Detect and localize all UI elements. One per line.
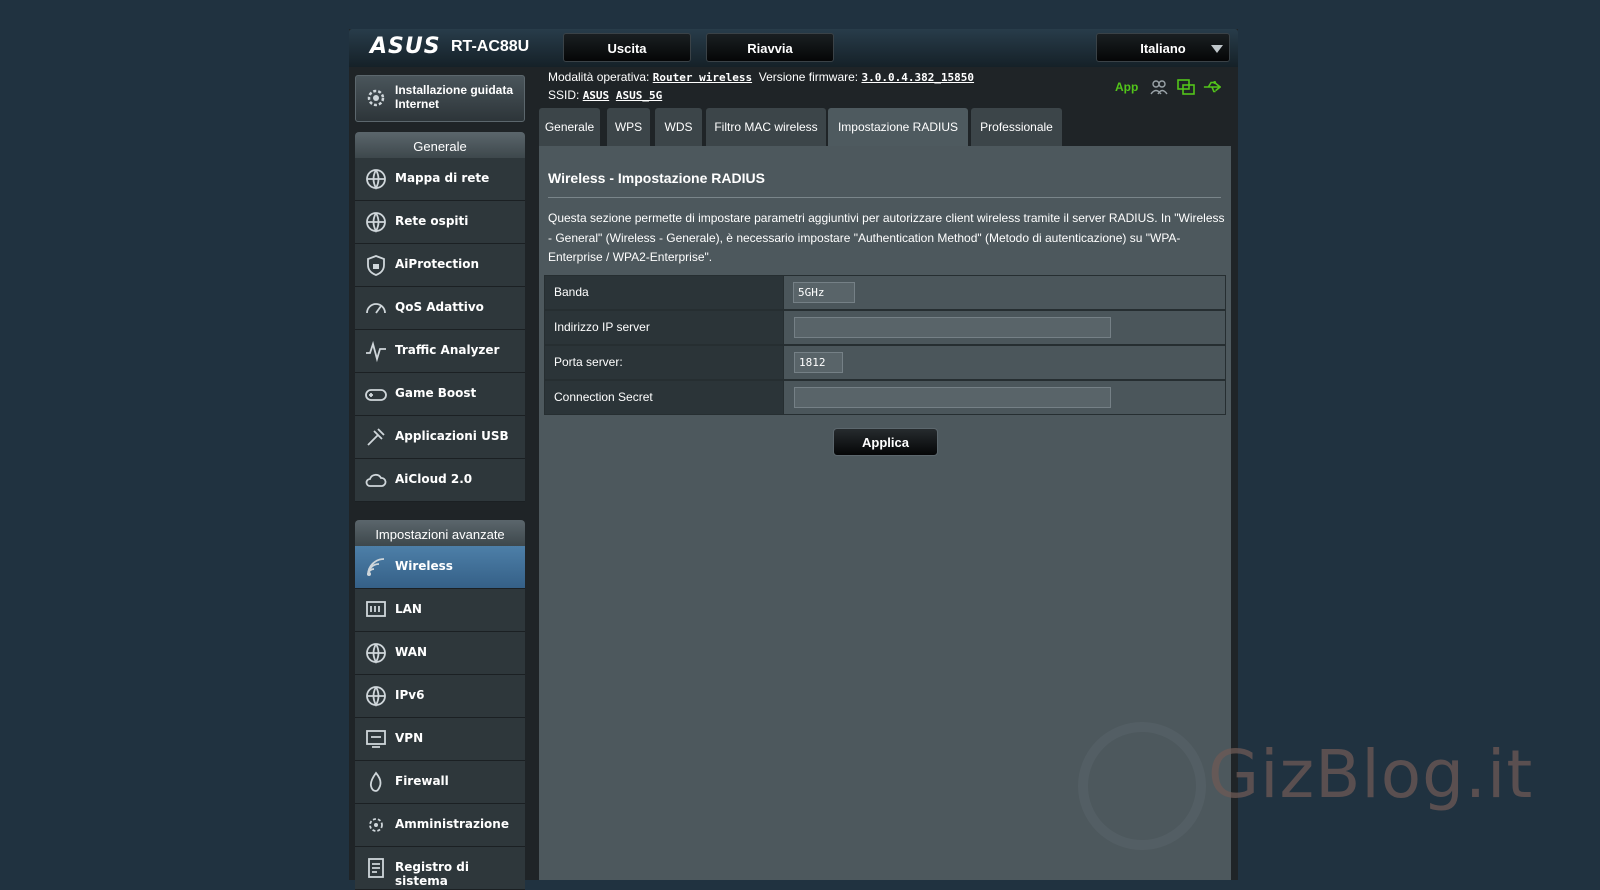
quick-setup-label: Installazione guidata Internet	[395, 83, 514, 111]
chevron-down-icon	[1211, 45, 1223, 53]
gamepad-icon	[365, 389, 387, 401]
server-ip-input[interactable]	[794, 317, 1111, 338]
firewall-icon	[369, 771, 382, 792]
general-section-header: Generale	[355, 132, 525, 161]
tab-professionale[interactable]: Professionale	[971, 108, 1062, 146]
language-select[interactable]: Italiano	[1096, 33, 1230, 62]
watermark-logo	[1078, 722, 1206, 850]
sidebar-item-label: Amministrazione	[395, 817, 509, 831]
server-ip-label: Indirizzo IP server	[545, 311, 784, 344]
sidebar-item-rete-ospiti[interactable]: Rete ospiti	[355, 201, 525, 244]
sidebar-item-wan[interactable]: WAN	[355, 632, 525, 675]
sidebar-item-label: AiProtection	[395, 257, 479, 271]
sidebar-item-mappa-di-rete[interactable]: Mappa di rete	[355, 158, 525, 201]
sidebar-item-qos-adattivo[interactable]: QoS Adattivo	[355, 287, 525, 330]
ssid-label: SSID:	[548, 88, 580, 102]
shield-icon	[367, 255, 385, 276]
language-value: Italiano	[1140, 41, 1186, 56]
tab-filtro-mac-wireless[interactable]: Filtro MAC wireless	[706, 108, 826, 146]
sidebar-item-vpn[interactable]: VPN	[355, 718, 525, 761]
wan-globe-icon	[366, 643, 386, 664]
band-select[interactable]: 5GHz	[793, 282, 855, 303]
cloud-icon	[365, 473, 387, 487]
logout-button[interactable]: Uscita	[563, 33, 691, 62]
page-title: Wireless - Impostazione RADIUS	[548, 170, 765, 186]
quick-internet-setup[interactable]: Installazione guidata Internet	[355, 75, 525, 122]
sidebar-item-aicloud-2-0[interactable]: AiCloud 2.0	[355, 459, 525, 502]
asus-logo: ASUS	[370, 34, 441, 59]
tab-wds[interactable]: WDS	[655, 108, 702, 146]
sidebar-item-label: AiCloud 2.0	[395, 472, 473, 486]
sidebar-item-firewall[interactable]: Firewall	[355, 761, 525, 804]
firmware-link[interactable]: 3.0.0.4.382_15850	[861, 71, 974, 84]
wireless-icon	[367, 558, 385, 576]
sidebar-item-label: Firewall	[395, 774, 449, 788]
sidebar-item-label: IPv6	[395, 688, 425, 702]
gear-icon	[369, 818, 383, 832]
connection-secret-label: Connection Secret	[545, 381, 784, 414]
page-description: Questa sezione permette di impostare par…	[548, 211, 1225, 264]
guest-network-icon	[366, 212, 386, 233]
wizard-gear-icon	[367, 89, 385, 107]
network-map-icon	[366, 169, 386, 190]
network-status-icon[interactable]	[1177, 78, 1195, 96]
tab-impostazione-radius[interactable]: Impostazione RADIUS	[828, 108, 968, 146]
sidebar-item-label: Rete ospiti	[395, 214, 469, 228]
connection-secret-row: Connection Secret	[544, 380, 1226, 415]
sidebar-item-aiprotection[interactable]: AiProtection	[355, 244, 525, 287]
ssid-link-1[interactable]: ASUS	[583, 89, 610, 102]
lan-icon	[366, 601, 386, 617]
firmware-label: Versione firmware:	[758, 70, 859, 84]
server-port-row: Porta server: 1812	[544, 345, 1226, 380]
reboot-button[interactable]: Riavvia	[706, 33, 834, 62]
sidebar-item-label: WAN	[395, 645, 428, 659]
operation-info: Modalità operativa: Router wireless Vers…	[548, 70, 974, 84]
log-icon	[368, 858, 384, 878]
connection-secret-input[interactable]	[794, 387, 1111, 408]
mode-link[interactable]: Router wireless	[653, 71, 752, 84]
app-status[interactable]: App	[1115, 80, 1138, 94]
sidebar-item-label: LAN	[395, 602, 422, 616]
sidebar-item-wireless[interactable]: Wireless	[355, 546, 525, 589]
speedometer-icon	[366, 303, 386, 314]
advanced-section-header: Impostazioni avanzate	[355, 520, 525, 549]
sidebar-item-traffic-analyzer[interactable]: Traffic Analyzer	[355, 330, 525, 373]
server-port-input[interactable]: 1812	[794, 352, 843, 373]
traffic-icon	[366, 340, 386, 363]
ssid-link-2[interactable]: ASUS_5G	[616, 89, 662, 102]
title-divider	[548, 197, 1221, 198]
vpn-icon	[366, 730, 386, 748]
mode-label: Modalità operativa:	[548, 70, 650, 84]
usb-icon[interactable]	[1203, 78, 1221, 96]
sidebar-item-label: QoS Adattivo	[395, 300, 484, 314]
sidebar-item-applicazioni-usb[interactable]: Applicazioni USB	[355, 416, 525, 459]
sidebar-item-label: Mappa di rete	[395, 171, 490, 185]
watermark-text: GizBlog.it	[1208, 736, 1534, 813]
band-label: Banda	[545, 276, 784, 309]
sidebar-item-lan[interactable]: LAN	[355, 589, 525, 632]
sidebar-item-registro-di-sistema[interactable]: Registro di sistema	[355, 847, 525, 890]
sidebar-item-label: VPN	[395, 731, 424, 745]
sidebar-item-label: Applicazioni USB	[395, 429, 509, 443]
sidebar-item-label: Wireless	[395, 559, 453, 573]
ipv6-icon	[366, 686, 386, 707]
server-port-label: Porta server:	[545, 346, 784, 379]
tab-generale[interactable]: Generale	[539, 108, 600, 146]
sidebar-item-ipv6[interactable]: IPv6	[355, 675, 525, 718]
ssid-info: SSID: ASUS ASUS_5G	[548, 88, 662, 102]
band-row: Banda 5GHz	[544, 275, 1226, 310]
model-name: RT-AC88U	[451, 38, 530, 55]
clients-icon[interactable]	[1150, 78, 1168, 96]
usb-app-icon	[367, 428, 385, 446]
apply-button[interactable]: Applica	[833, 428, 938, 456]
sidebar-item-amministrazione[interactable]: Amministrazione	[355, 804, 525, 847]
sidebar-item-label: Game Boost	[395, 386, 477, 400]
tab-wps[interactable]: WPS	[607, 108, 650, 146]
sidebar-item-label: Traffic Analyzer	[395, 343, 500, 357]
sidebar-item-game-boost[interactable]: Game Boost	[355, 373, 525, 416]
sidebar-item-label: Registro di sistema	[395, 860, 470, 888]
server-ip-row: Indirizzo IP server	[544, 310, 1226, 345]
